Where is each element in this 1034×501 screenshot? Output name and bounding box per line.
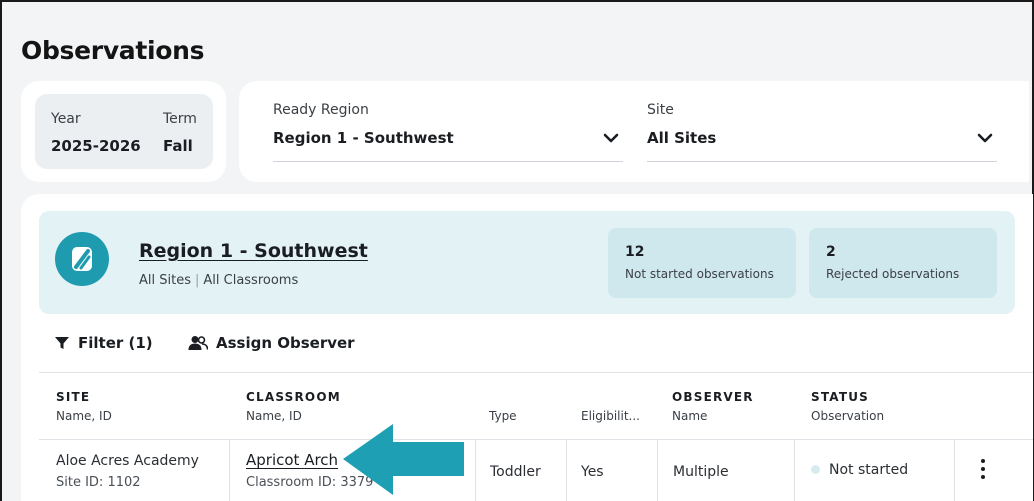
stat-not-started[interactable]: 12 Not started observations <box>608 228 796 298</box>
scope-sites: All Sites <box>139 273 191 288</box>
year-label: Year <box>51 111 81 127</box>
region-select-value: Region 1 - Southwest <box>273 129 454 147</box>
column-header-observer[interactable]: OBSERVER Name <box>672 390 754 423</box>
filter-button[interactable]: Filter (1) <box>54 334 153 352</box>
site-id: Site ID: 1102 <box>56 475 141 490</box>
column-header-eligibility[interactable]: Eligibilit... <box>581 390 640 423</box>
scope-classrooms: All Classrooms <box>203 273 299 288</box>
year-term-selector[interactable]: Year Term 2025-2026 Fall <box>35 94 213 169</box>
site-select-label: Site <box>647 102 674 118</box>
status-dot-icon <box>811 464 820 474</box>
region-select-label: Ready Region <box>273 102 369 118</box>
classroom-type: Toddler <box>490 464 541 480</box>
term-label: Term <box>163 111 197 127</box>
observer-name: Multiple <box>673 464 729 480</box>
stat-label: Rejected observations <box>826 267 960 281</box>
callout-arrow-icon <box>343 424 464 495</box>
divider <box>39 372 1033 373</box>
stat-label: Not started observations <box>625 267 774 281</box>
assign-observer-label: Assign Observer <box>216 334 355 352</box>
users-icon <box>188 336 208 350</box>
term-value: Fall <box>163 137 193 155</box>
site-name: Aloe Acres Academy <box>56 453 199 469</box>
region-title-link[interactable]: Region 1 - Southwest <box>139 240 368 262</box>
year-value: 2025-2026 <box>51 137 141 155</box>
app-frame: Observations Year Term 2025-2026 Fall Re… <box>0 0 1034 501</box>
scope-separator: | <box>194 273 200 288</box>
region-select[interactable]: Ready Region Region 1 - Southwest <box>273 102 623 162</box>
assign-observer-button[interactable]: Assign Observer <box>188 334 355 352</box>
stat-rejected[interactable]: 2 Rejected observations <box>809 228 997 298</box>
more-options-icon[interactable] <box>978 459 988 485</box>
filter-icon <box>55 337 69 349</box>
eligibility: Yes <box>581 464 604 480</box>
year-term-card: Year Term 2025-2026 Fall <box>21 81 226 182</box>
filters-card: Ready Region Region 1 - Southwest Site A… <box>239 81 1029 182</box>
divider <box>39 439 1033 440</box>
observations-panel: Region 1 - Southwest All Sites | All Class… <box>21 194 1033 501</box>
stat-count: 2 <box>826 244 836 260</box>
classroom-link[interactable]: Apricot Arch <box>246 451 338 469</box>
status-text: Not started <box>829 462 909 478</box>
region-scope: All Sites | All Classrooms <box>139 273 298 288</box>
status-badge: Not started <box>811 462 908 478</box>
stat-count: 12 <box>625 244 645 260</box>
chevron-down-icon <box>603 133 619 143</box>
column-header-status[interactable]: STATUS Observation <box>811 390 884 423</box>
chevron-down-icon <box>977 133 993 143</box>
page-title: Observations <box>21 36 205 65</box>
site-select-value: All Sites <box>647 129 717 147</box>
column-header-classroom[interactable]: CLASSROOM Name, ID <box>246 390 341 423</box>
column-header-site[interactable]: SITE Name, ID <box>56 390 112 423</box>
filter-button-label: Filter (1) <box>78 334 153 352</box>
site-select[interactable]: Site All Sites <box>647 102 997 162</box>
region-logo-icon <box>55 232 109 286</box>
column-header-type[interactable]: Type <box>489 390 517 423</box>
region-banner: Region 1 - Southwest All Sites | All Class… <box>39 211 1015 314</box>
